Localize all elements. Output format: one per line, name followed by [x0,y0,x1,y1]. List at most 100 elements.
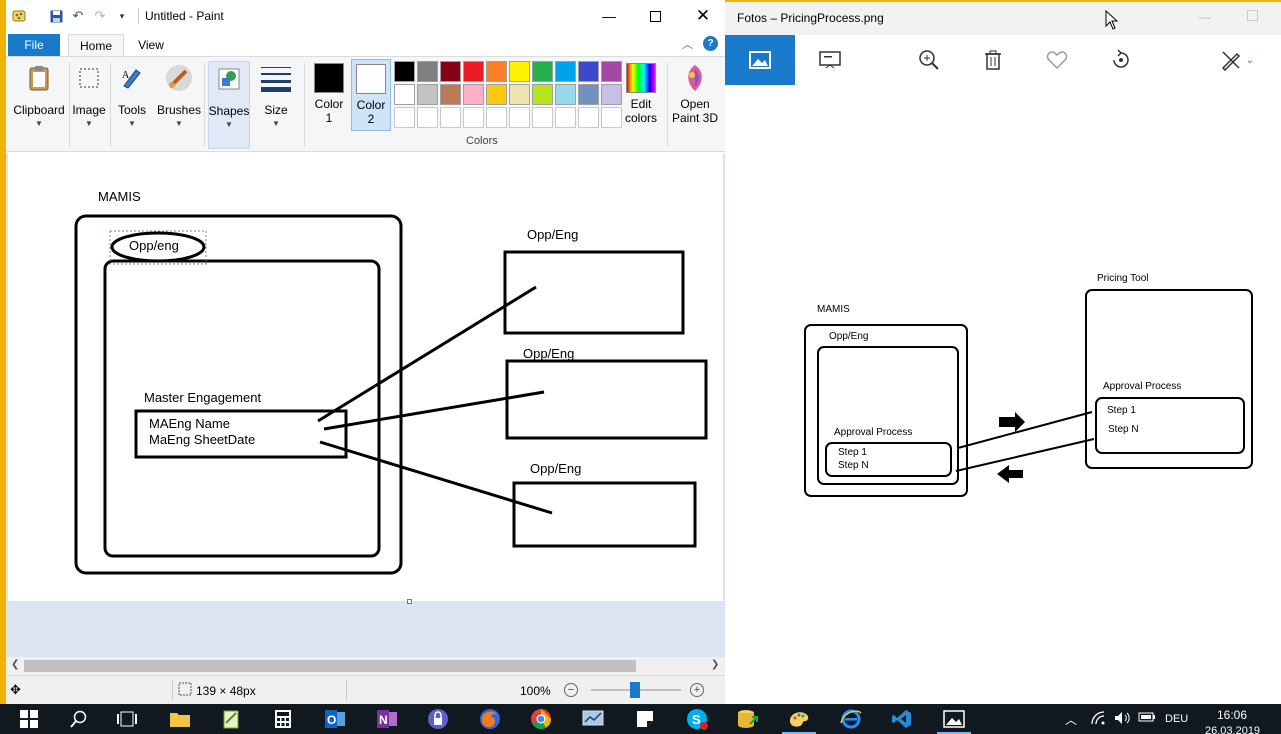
close-button[interactable]: ✕ [680,0,726,32]
palette-swatch[interactable] [440,61,461,82]
horizontal-scrollbar[interactable]: ❮ ❯ [6,657,725,675]
photos-title-bar[interactable]: Fotos – PricingProcess.png — [725,2,1281,35]
customize-quick-access-icon[interactable]: ▾ [114,8,130,24]
minimize-button[interactable]: — [586,0,632,32]
palette-swatch[interactable] [417,107,438,128]
redo-icon[interactable]: ↷ [92,8,108,24]
photos-taskbar-button[interactable] [943,708,965,730]
palette-swatch[interactable] [486,61,507,82]
delete-button[interactable] [980,47,1006,73]
palette-swatch[interactable] [578,61,599,82]
edge-button[interactable] [840,708,862,730]
palette-swatch[interactable] [532,107,553,128]
edit-colors-button[interactable]: Edit colors [621,59,661,129]
search-button[interactable] [68,708,90,730]
zoom-button[interactable] [916,47,942,73]
database-app-button[interactable] [736,708,758,730]
volume-icon[interactable] [1114,710,1130,729]
file-explorer-button[interactable] [169,708,191,730]
start-button[interactable] [18,708,40,730]
scroll-thumb[interactable] [24,660,636,672]
paint-app-icon[interactable] [12,8,28,24]
size-button[interactable]: Size ▼ [256,61,296,149]
palette-swatch[interactable] [532,61,553,82]
zoom-out-button[interactable]: − [564,683,578,697]
tab-home[interactable]: Home [68,34,124,57]
photos-minimize-button[interactable]: — [1199,10,1211,24]
input-language[interactable]: DEU [1165,713,1188,725]
collapse-ribbon-icon[interactable]: ︿ [682,36,693,52]
tools-button[interactable]: A Tools ▼ [113,61,151,149]
help-icon[interactable]: ? [703,36,718,51]
open-paint3d-button[interactable]: Open Paint 3D [671,59,719,129]
undo-icon[interactable]: ↶ [70,8,86,24]
paint-title-bar[interactable]: ↶ ↷ ▾ Untitled - Paint — ✕ [6,0,725,32]
tab-file[interactable]: File [8,34,60,56]
network-icon[interactable] [1090,710,1106,729]
palette-swatch[interactable] [578,107,599,128]
lock-app-button[interactable] [427,708,449,730]
tab-view[interactable]: View [128,34,174,56]
canvas-resize-handle[interactable] [407,599,412,604]
palette-swatch[interactable] [463,84,484,105]
clock-time[interactable]: 16:06 [1217,708,1247,722]
palette-swatch[interactable] [532,84,553,105]
palette-swatch[interactable] [601,107,622,128]
edit-create-button[interactable]: ⌄ [1218,47,1256,73]
save-icon[interactable] [48,8,64,24]
favorite-button[interactable] [1044,47,1070,73]
performance-app-button[interactable] [582,708,604,730]
palette-swatch[interactable] [578,84,599,105]
sticky-notes-button[interactable] [634,708,656,730]
palette-swatch[interactable] [417,61,438,82]
slideshow-button[interactable] [817,47,843,73]
palette-swatch[interactable] [509,84,530,105]
shapes-button[interactable]: Shapes ▼ [208,61,250,149]
palette-swatch[interactable] [555,107,576,128]
drawing-canvas[interactable]: MAMIS Opp/eng Master Engagement MAEng Na… [8,153,723,601]
palette-swatch[interactable] [440,84,461,105]
show-hidden-icons-icon[interactable]: ︿ [1065,711,1077,728]
palette-swatch[interactable] [486,107,507,128]
color2-button[interactable]: Color 2 [351,59,391,131]
outlook-button[interactable]: O [324,708,346,730]
chrome-button[interactable] [530,708,552,730]
photo-viewer[interactable]: MAMIS Opp/Eng Approval Process Step 1 St… [725,85,1281,706]
onenote-button[interactable]: N [376,708,398,730]
palette-swatch[interactable] [463,107,484,128]
palette-swatch[interactable] [440,107,461,128]
zoom-in-button[interactable]: + [690,683,704,697]
battery-icon[interactable] [1138,711,1156,726]
rotate-button[interactable] [1108,47,1134,73]
photos-maximize-button[interactable] [1247,10,1258,24]
task-view-button[interactable] [116,708,138,730]
visual-studio-code-button[interactable] [891,708,913,730]
palette-swatch[interactable] [555,61,576,82]
palette-swatch[interactable] [417,84,438,105]
scroll-left-icon[interactable]: ❮ [11,659,19,670]
view-image-button[interactable] [725,35,795,85]
palette-swatch[interactable] [601,61,622,82]
color1-button[interactable]: Color 1 [309,59,349,129]
palette-swatch[interactable] [394,84,415,105]
firefox-button[interactable] [479,708,501,730]
palette-swatch[interactable] [463,61,484,82]
palette-swatch[interactable] [555,84,576,105]
paint-taskbar-button[interactable] [788,708,810,730]
maximize-button[interactable] [632,0,678,32]
palette-swatch[interactable] [509,61,530,82]
palette-swatch[interactable] [509,107,530,128]
clipboard-button[interactable]: Clipboard ▼ [10,61,68,149]
scroll-right-icon[interactable]: ❯ [711,659,719,670]
zoom-slider-thumb[interactable] [630,682,640,698]
palette-swatch[interactable] [601,84,622,105]
brushes-button[interactable]: Brushes ▼ [156,61,202,149]
image-button[interactable]: Image ▼ [70,61,108,149]
palette-swatch[interactable] [486,84,507,105]
clock-date[interactable]: 26.03.2019 [1205,725,1260,734]
notepad-app-button[interactable] [220,708,242,730]
calculator-button[interactable] [272,708,294,730]
palette-swatch[interactable] [394,107,415,128]
skype-button[interactable]: S [686,708,708,730]
palette-swatch[interactable] [394,61,415,82]
